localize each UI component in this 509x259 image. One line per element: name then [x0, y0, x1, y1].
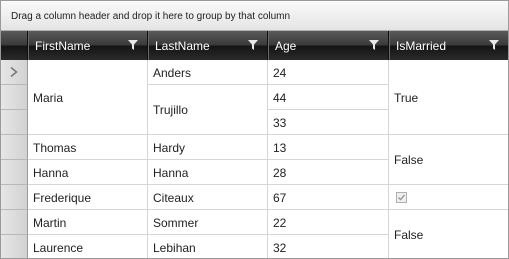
ismarried-checkbox[interactable]	[396, 192, 407, 203]
cell-lastname[interactable]: Citeaux	[148, 185, 268, 210]
row-indicator[interactable]	[1, 185, 28, 210]
column-header-ismarried[interactable]: IsMarried	[389, 31, 508, 60]
cell-text: 67	[273, 191, 287, 205]
cell-age[interactable]: 32	[268, 235, 389, 258]
column-header-row: FirstName LastName Age IsMarried	[1, 31, 508, 60]
row-indicator[interactable]	[1, 110, 28, 135]
cell-text: Sommer	[153, 216, 199, 230]
column-header-label: IsMarried	[396, 39, 447, 53]
column-header-label: FirstName	[35, 39, 91, 53]
cell-firstname[interactable]: Thomas	[28, 135, 148, 160]
cell-ismarried[interactable]	[389, 185, 508, 210]
checkmark-icon	[398, 194, 406, 201]
cell-age[interactable]: 24	[268, 60, 389, 85]
cell-text: False	[394, 153, 424, 167]
group-panel[interactable]: Drag a column header and drop it here to…	[1, 1, 508, 31]
row-indicator[interactable]	[1, 235, 28, 258]
cell-text: Hanna	[153, 166, 189, 180]
row-indicator[interactable]	[1, 85, 28, 110]
cell-text: 32	[273, 241, 287, 255]
cell-age[interactable]: 33	[268, 110, 389, 135]
cell-text: Hanna	[33, 166, 69, 180]
column-header-age[interactable]: Age	[268, 31, 389, 60]
cell-lastname[interactable]: Anders	[148, 60, 268, 85]
row-indicator[interactable]	[1, 160, 28, 185]
cell-text: Lebihan	[153, 241, 196, 255]
cell-age[interactable]: 67	[268, 185, 389, 210]
cell-text: Anders	[153, 66, 192, 80]
cell-firstname[interactable]: Martin	[28, 210, 148, 235]
cell-text: 24	[273, 66, 287, 80]
row-indicator-header	[1, 31, 28, 60]
filter-icon[interactable]	[248, 40, 258, 50]
cell-text: Laurence	[33, 241, 84, 255]
row-indicator[interactable]	[1, 135, 28, 160]
cell-text: Citeaux	[153, 191, 194, 205]
cell-text: Trujillo	[153, 103, 188, 117]
data-grid: Drag a column header and drop it here to…	[0, 0, 509, 259]
cell-firstname[interactable]: Laurence	[28, 235, 148, 258]
cell-age[interactable]: 22	[268, 210, 389, 235]
row-indicator[interactable]	[1, 210, 28, 235]
filter-icon[interactable]	[489, 40, 499, 50]
cell-text: True	[394, 91, 419, 105]
cell-ismarried[interactable]: False	[389, 135, 508, 185]
cell-firstname[interactable]: Frederique	[28, 185, 148, 210]
cell-lastname[interactable]: Hardy	[148, 135, 268, 160]
column-header-firstname[interactable]: FirstName	[28, 31, 148, 60]
cell-text: 44	[273, 91, 287, 105]
cell-text: Maria	[33, 91, 64, 105]
cell-firstname[interactable]: Hanna	[28, 160, 148, 185]
group-panel-hint: Drag a column header and drop it here to…	[11, 11, 291, 22]
cell-lastname[interactable]: Lebihan	[148, 235, 268, 258]
cell-ismarried[interactable]: False	[389, 210, 508, 258]
filter-icon[interactable]	[128, 40, 138, 50]
current-row-arrow-icon	[10, 67, 18, 77]
cell-text: False	[394, 228, 424, 242]
cell-text: 28	[273, 166, 287, 180]
cell-text: Hardy	[153, 141, 186, 155]
row-indicator[interactable]	[1, 60, 28, 85]
cell-age[interactable]: 13	[268, 135, 389, 160]
column-header-label: LastName	[155, 39, 210, 53]
cell-age[interactable]: 44	[268, 85, 389, 110]
cell-text: 33	[273, 116, 287, 130]
cell-text: Thomas	[33, 141, 77, 155]
cell-text: Martin	[33, 216, 67, 230]
cell-text: Frederique	[33, 191, 92, 205]
cell-lastname[interactable]: Trujillo	[148, 85, 268, 135]
filter-icon[interactable]	[369, 40, 379, 50]
cell-firstname[interactable]: Maria	[28, 60, 148, 135]
cell-lastname[interactable]: Sommer	[148, 210, 268, 235]
cell-age[interactable]: 28	[268, 160, 389, 185]
cell-lastname[interactable]: Hanna	[148, 160, 268, 185]
cell-ismarried[interactable]: True	[389, 60, 508, 135]
column-header-lastname[interactable]: LastName	[148, 31, 268, 60]
cell-text: 13	[273, 141, 287, 155]
column-header-label: Age	[275, 39, 297, 53]
cell-text: 22	[273, 216, 287, 230]
